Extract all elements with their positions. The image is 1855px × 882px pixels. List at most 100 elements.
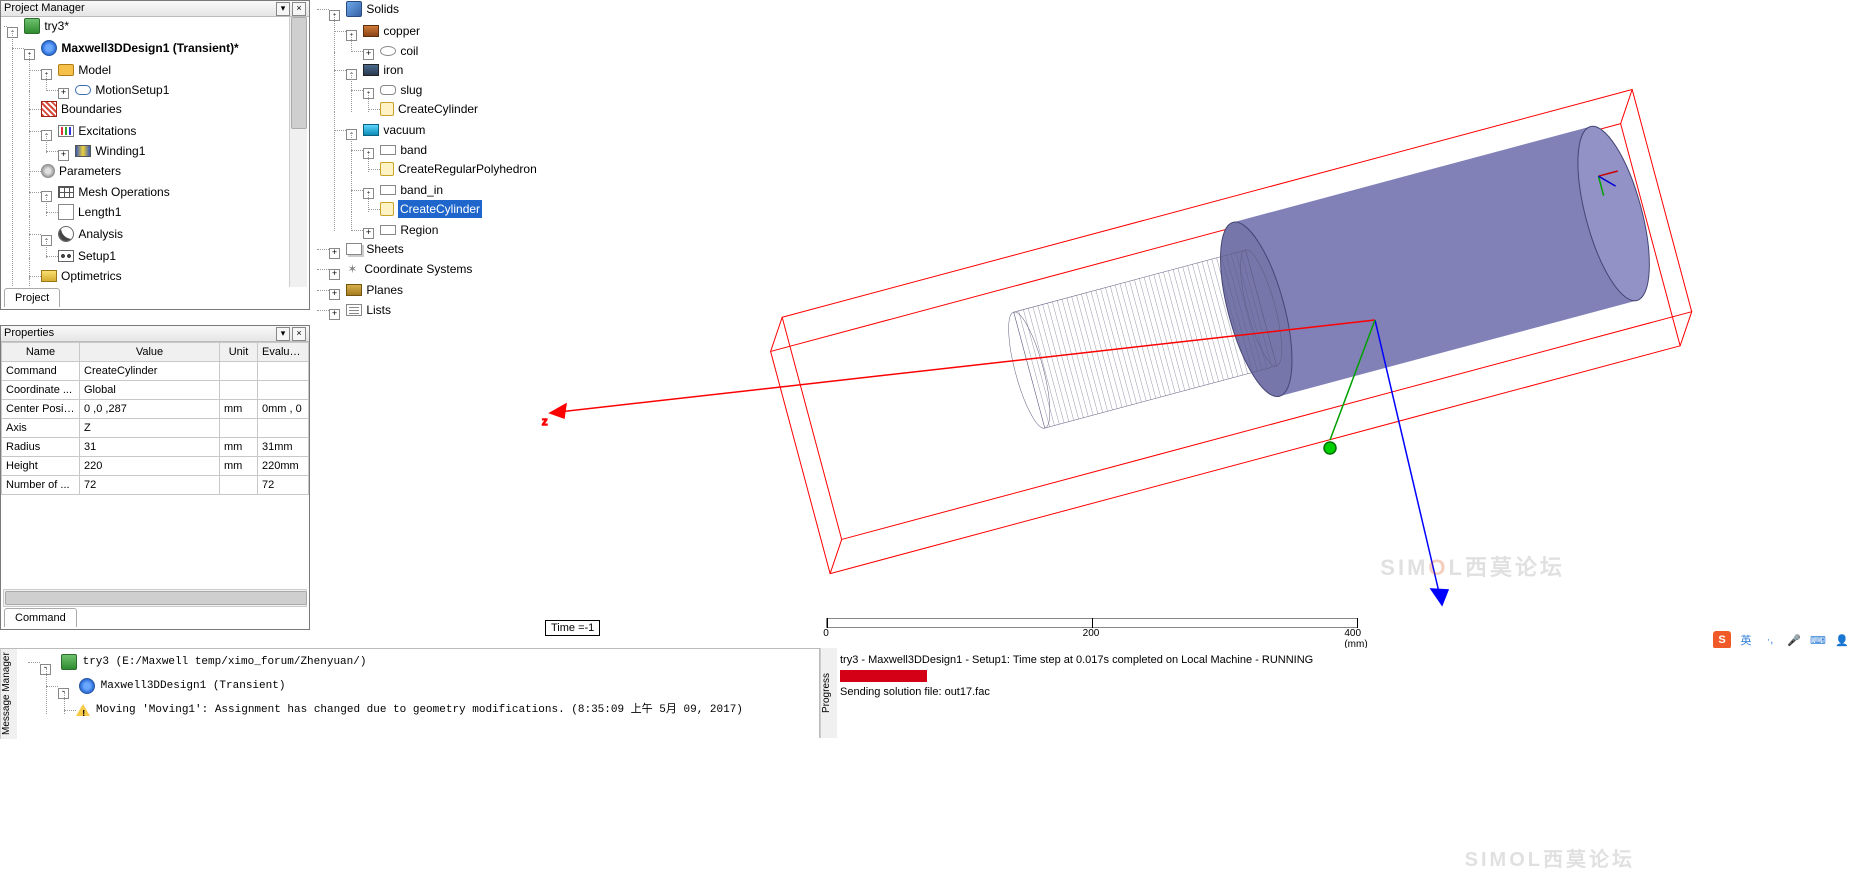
cell-unit[interactable]: mm [220, 400, 258, 419]
tree-item-band-in[interactable]: band_in [380, 181, 443, 199]
cell-eval[interactable]: 31mm [258, 438, 309, 457]
ime-punct[interactable]: ·, [1761, 631, 1779, 649]
table-row[interactable]: Center Positi...0 ,0 ,287mm0mm , 0 [2, 400, 309, 419]
cell-value[interactable]: CreateCylinder [80, 362, 220, 381]
tree-item-model[interactable]: Model [58, 61, 111, 79]
ime-user-icon[interactable]: 👤 [1833, 631, 1851, 649]
viewport-3d[interactable]: z [540, 0, 1855, 645]
tree-item-coordsys[interactable]: Coordinate Systems [346, 260, 472, 278]
cell-eval[interactable]: 72 [258, 476, 309, 495]
expander-icon[interactable]: + [329, 289, 340, 300]
tree-item-sheets[interactable]: Sheets [346, 240, 403, 258]
cell-value[interactable]: Z [80, 419, 220, 438]
msg-design[interactable]: Maxwell3DDesign1 (Transient) [79, 677, 286, 695]
tree-item-lists[interactable]: Lists [346, 301, 391, 319]
props-h-scrollbar[interactable] [3, 589, 307, 607]
ime-keyboard-icon[interactable]: ⌨ [1809, 631, 1827, 649]
cell-unit[interactable] [220, 419, 258, 438]
cell-name[interactable]: Height [2, 457, 80, 476]
cell-name[interactable]: Axis [2, 419, 80, 438]
cell-eval[interactable]: 0mm , 0 [258, 400, 309, 419]
expander-icon[interactable]: + [58, 150, 69, 161]
cell-name[interactable]: Command [2, 362, 80, 381]
cell-unit[interactable] [220, 362, 258, 381]
col-name[interactable]: Name [2, 343, 80, 362]
expander-icon[interactable]: + [329, 309, 340, 320]
cell-eval[interactable] [258, 419, 309, 438]
cell-name[interactable]: Center Positi... [2, 400, 80, 419]
tree-item-crp[interactable]: CreateRegularPolyhedron [380, 160, 537, 178]
model-tree-panel[interactable]: - Solids - copper + [325, 0, 535, 640]
table-row[interactable]: Number of ...7272 [2, 476, 309, 495]
tree-item-design[interactable]: Maxwell3DDesign1 (Transient)* [41, 39, 238, 57]
pm-scrollbar[interactable] [289, 17, 307, 287]
project-tree[interactable]: - try3* - Maxwell3DDesign1 (Transient)* [3, 17, 307, 287]
col-evaluate[interactable]: Evaluate [258, 343, 309, 362]
tree-item-region[interactable]: Region [380, 221, 438, 239]
table-row[interactable]: CommandCreateCylinder [2, 362, 309, 381]
cell-name[interactable]: Radius [2, 438, 80, 457]
cell-name[interactable]: Number of ... [2, 476, 80, 495]
tree-item-iron[interactable]: iron [363, 61, 403, 79]
scrollbar-thumb[interactable] [291, 17, 307, 129]
msg-project[interactable]: try3 (E:/Maxwell temp/ximo_forum/Zhenyua… [61, 653, 367, 671]
tree-item-band[interactable]: band [380, 141, 427, 159]
props-close-button[interactable]: × [292, 327, 306, 341]
tree-item-slug[interactable]: slug [380, 81, 422, 99]
cell-eval[interactable] [258, 362, 309, 381]
pm-pin-button[interactable]: ▾ [276, 2, 290, 16]
ime-bar[interactable]: S 英 ·, 🎤 ⌨ 👤 [1709, 630, 1855, 650]
tree-item-planes[interactable]: Planes [346, 281, 403, 299]
table-row[interactable]: Radius31mm31mm [2, 438, 309, 457]
tree-item-motionsetup[interactable]: MotionSetup1 [75, 81, 169, 99]
properties-table[interactable]: Name Value Unit Evaluate CommandCreateCy… [1, 342, 309, 495]
cell-unit[interactable] [220, 381, 258, 400]
tree-item-parameters[interactable]: Parameters [41, 162, 121, 180]
expander-icon[interactable]: + [329, 248, 340, 259]
tree-item-optimetrics[interactable]: Optimetrics [41, 267, 122, 285]
props-pin-button[interactable]: ▾ [276, 327, 290, 341]
col-unit[interactable]: Unit [220, 343, 258, 362]
table-row[interactable]: Height220mm220mm [2, 457, 309, 476]
tree-item-createcylinder-selected[interactable]: CreateCylinder [380, 200, 482, 218]
tree-item-setup[interactable]: Setup1 [58, 247, 116, 265]
tree-item-boundaries[interactable]: Boundaries [41, 100, 122, 118]
ime-lang[interactable]: 英 [1737, 631, 1755, 649]
tree-item-length[interactable]: Length1 [58, 203, 121, 221]
tree-item-solids[interactable]: Solids [346, 0, 399, 18]
table-row[interactable]: AxisZ [2, 419, 309, 438]
cell-eval[interactable] [258, 381, 309, 400]
scrollbar-thumb[interactable] [5, 591, 307, 605]
tree-item-coil[interactable]: coil [380, 42, 418, 60]
msg-warning[interactable]: Moving 'Moving1': Assignment has changed… [76, 701, 743, 719]
expander-icon[interactable]: + [58, 88, 69, 99]
cell-eval[interactable]: 220mm [258, 457, 309, 476]
cell-unit[interactable]: mm [220, 438, 258, 457]
tree-item-winding[interactable]: Winding1 [75, 142, 145, 160]
cell-unit[interactable]: mm [220, 457, 258, 476]
col-value[interactable]: Value [80, 343, 220, 362]
pm-close-button[interactable]: × [292, 2, 306, 16]
cell-unit[interactable] [220, 476, 258, 495]
ime-mic-icon[interactable]: 🎤 [1785, 631, 1803, 649]
cell-value[interactable]: 220 [80, 457, 220, 476]
tree-item-createcylinder[interactable]: CreateCylinder [380, 100, 478, 118]
cell-value[interactable]: Global [80, 381, 220, 400]
expander-icon[interactable]: + [363, 49, 374, 60]
table-row[interactable]: Coordinate ...Global [2, 381, 309, 400]
project-tab[interactable]: Project [4, 288, 60, 307]
command-tab[interactable]: Command [4, 608, 77, 627]
expander-icon[interactable]: + [329, 269, 340, 280]
tree-item-vacuum[interactable]: vacuum [363, 121, 425, 139]
cell-value[interactable]: 72 [80, 476, 220, 495]
tree-item-meshops[interactable]: Mesh Operations [58, 183, 169, 201]
tree-item-project[interactable]: try3* [24, 17, 69, 35]
sogou-icon[interactable]: S [1713, 631, 1731, 649]
tree-item-analysis[interactable]: Analysis [58, 225, 123, 243]
cell-value[interactable]: 0 ,0 ,287 [80, 400, 220, 419]
tree-item-excitations[interactable]: Excitations [58, 122, 136, 140]
expander-icon[interactable]: + [363, 228, 374, 239]
tree-item-copper[interactable]: copper [363, 22, 420, 40]
cell-value[interactable]: 31 [80, 438, 220, 457]
cell-name[interactable]: Coordinate ... [2, 381, 80, 400]
